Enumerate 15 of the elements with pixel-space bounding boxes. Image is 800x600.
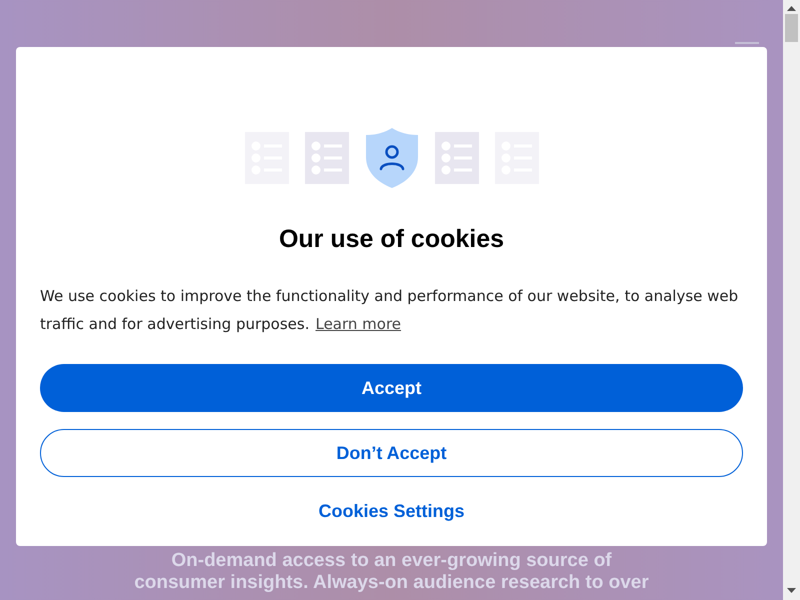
accept-button[interactable]: Accept bbox=[40, 364, 743, 412]
intro-text: On-demand access to an ever-growing source of bbox=[171, 550, 612, 572]
settings-link[interactable]: Cookies Settings bbox=[314, 494, 469, 528]
scroll-up-icon[interactable] bbox=[787, 6, 796, 12]
cookie-message: We use cookies to improve the functionality and performance of our website, to analyse web traffic and for advertising purposes. Learn more bbox=[40, 286, 740, 335]
scrollbar[interactable] bbox=[783, 0, 800, 600]
learn-more-link[interactable]: Learn more bbox=[315, 315, 402, 333]
shield-user-icon bbox=[364, 127, 418, 189]
intro-text: consumer insights. Always-on audience research to over bbox=[134, 572, 649, 594]
checklist-icon bbox=[434, 132, 478, 184]
decline-button[interactable]: Don’t Accept bbox=[40, 429, 743, 477]
scroll-down-icon[interactable] bbox=[787, 588, 796, 594]
checklist-icon bbox=[304, 132, 348, 184]
dialog-title: Our use of cookies bbox=[278, 225, 504, 254]
scroll-thumb[interactable] bbox=[785, 14, 798, 42]
